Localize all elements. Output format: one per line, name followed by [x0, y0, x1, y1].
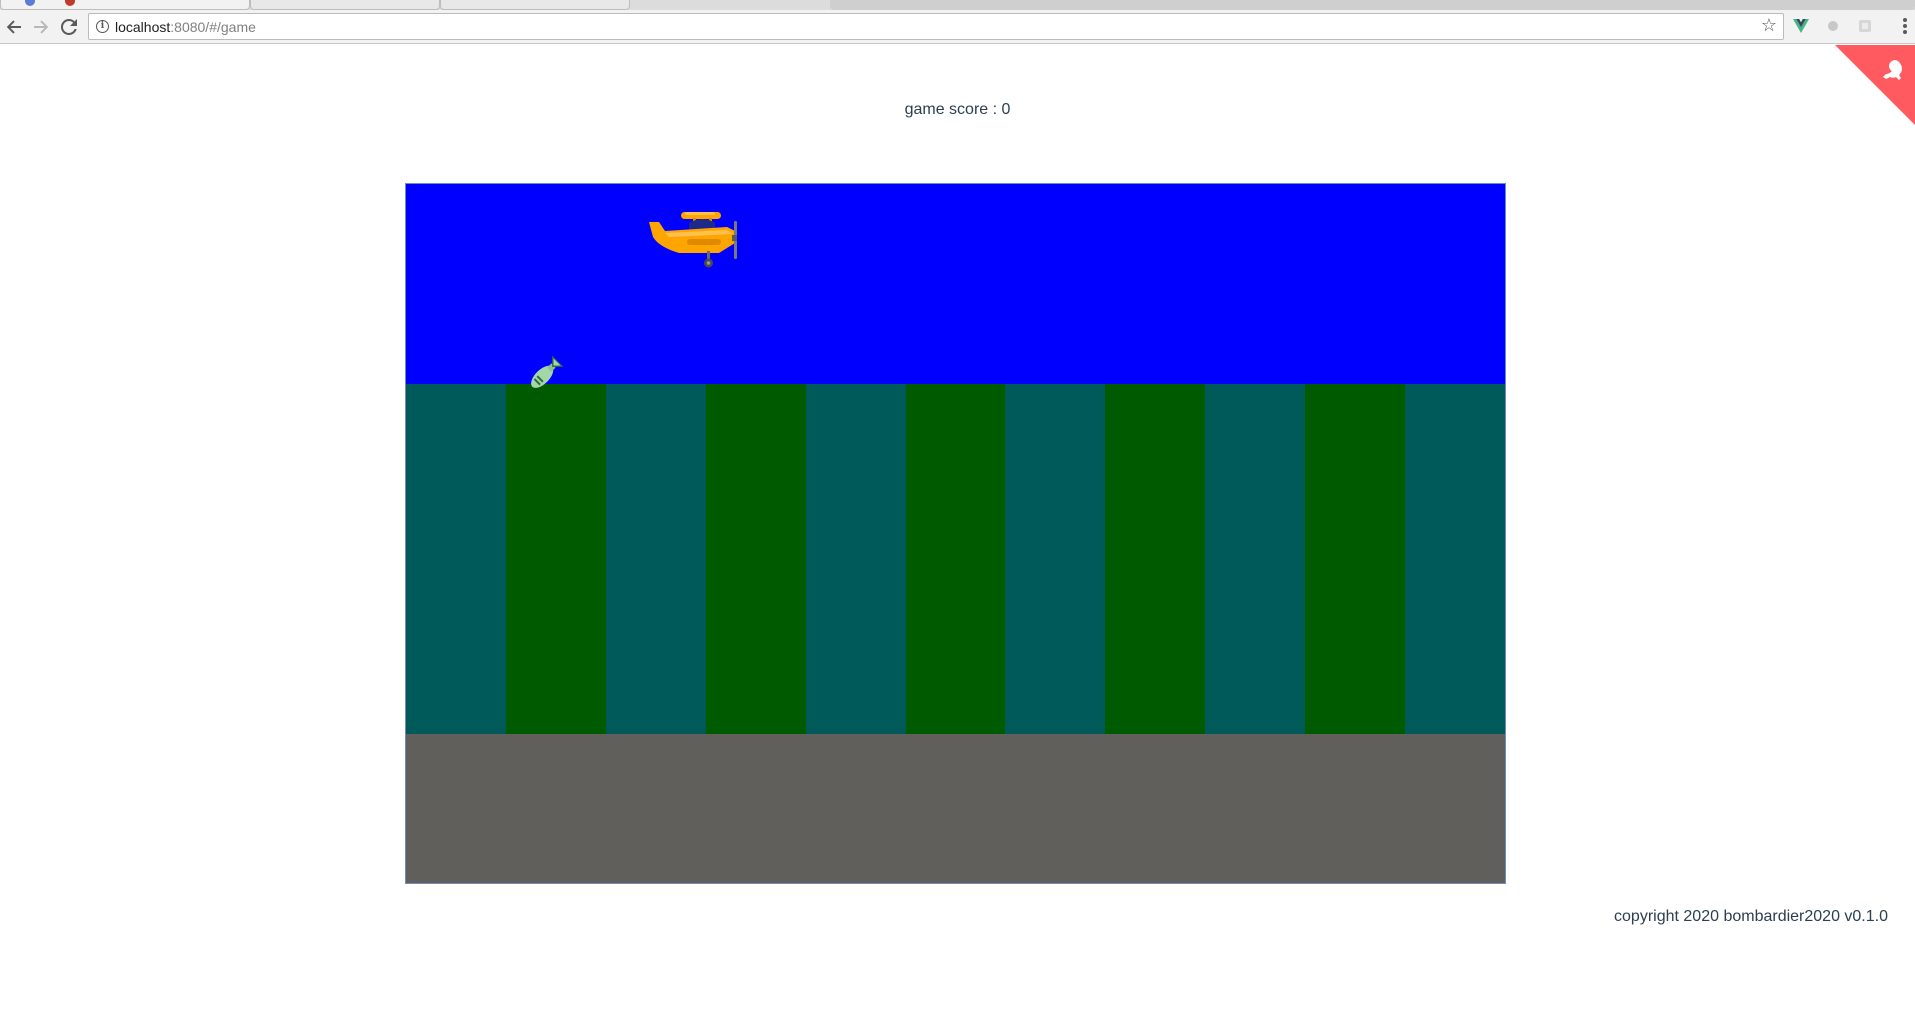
extension-icon[interactable]	[1825, 18, 1841, 34]
building-column	[1105, 384, 1206, 734]
tab-favicon-icon	[25, 0, 35, 6]
extension-icon-2[interactable]	[1857, 18, 1873, 34]
tab-4[interactable]	[830, 0, 1915, 10]
bomb-icon	[523, 352, 567, 396]
sky	[406, 184, 1505, 384]
browser-toolbar: i localhost:8080/#/game ☆	[0, 10, 1915, 44]
building-column	[406, 384, 506, 734]
tab-favicon-icon	[65, 0, 75, 6]
building-columns	[406, 384, 1505, 734]
tab-1[interactable]	[0, 0, 250, 10]
plane-icon	[649, 209, 739, 269]
building-column	[1405, 384, 1505, 734]
info-icon[interactable]: i	[96, 20, 109, 33]
tab-3[interactable]	[440, 0, 630, 10]
building-column	[1305, 384, 1406, 734]
forward-icon[interactable]	[29, 15, 53, 39]
copyright-text: copyright 2020 bombardier2020 v0.1.0	[1614, 908, 1888, 925]
game-score: game score : 0	[904, 101, 1011, 118]
building-column	[1205, 384, 1306, 734]
building-column	[805, 384, 906, 734]
url-path: :8080/#/game	[170, 19, 256, 35]
ground	[406, 734, 1505, 883]
star-icon[interactable]: ☆	[1761, 16, 1777, 34]
vue-devtools-icon[interactable]	[1793, 18, 1809, 34]
game-canvas[interactable]	[405, 183, 1506, 884]
address-bar[interactable]: i localhost:8080/#/game ☆	[88, 13, 1784, 40]
menu-icon[interactable]	[1903, 18, 1907, 36]
reload-icon[interactable]	[57, 15, 81, 39]
building-column	[505, 384, 606, 734]
back-icon[interactable]	[2, 15, 26, 39]
url-text[interactable]: localhost:8080/#/game	[115, 19, 256, 35]
tab-strip	[0, 0, 1915, 10]
building-column	[705, 384, 806, 734]
building-column	[905, 384, 1006, 734]
building-column	[605, 384, 706, 734]
tab-2[interactable]	[250, 0, 440, 10]
building-column	[1005, 384, 1106, 734]
url-host: localhost	[115, 19, 171, 35]
